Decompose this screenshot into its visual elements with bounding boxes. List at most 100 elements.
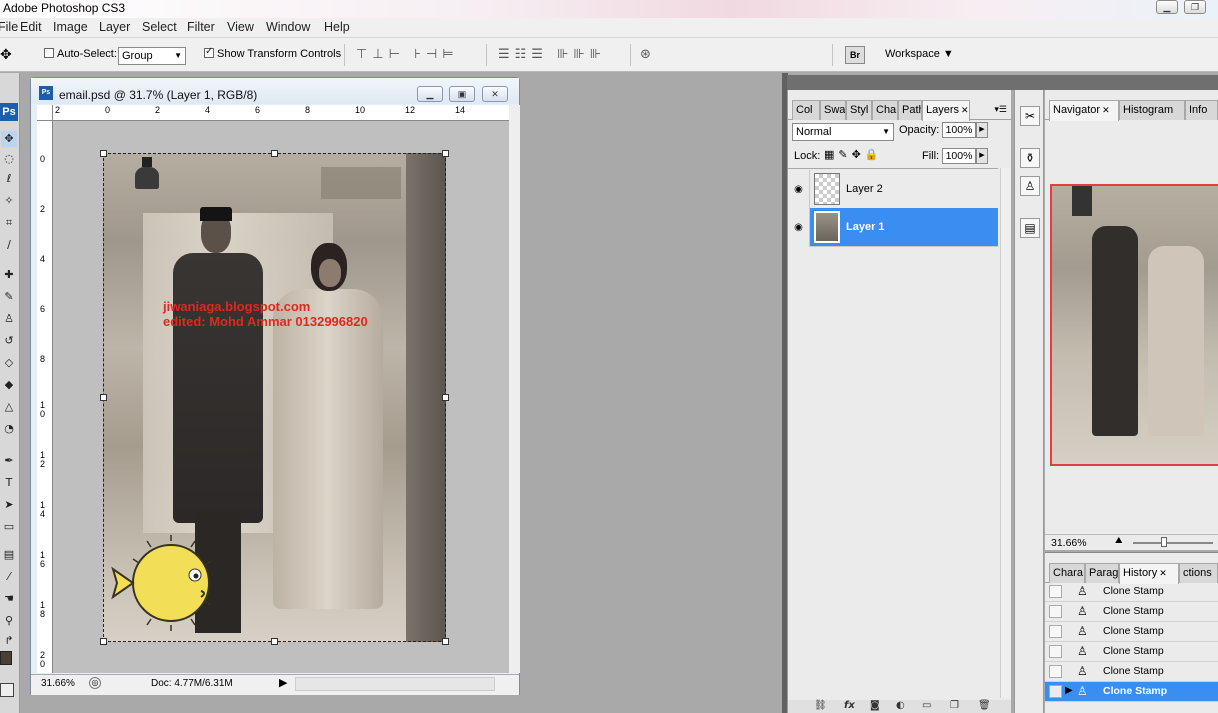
tab-color[interactable]: Col [792, 100, 820, 120]
tab-layers[interactable]: Layers ✕ [922, 100, 970, 121]
menu-image[interactable]: Image [53, 20, 88, 34]
transform-handle[interactable] [271, 638, 278, 645]
tab-paths[interactable]: Path [898, 100, 922, 120]
shape-tool-icon[interactable]: ▭ [1, 519, 17, 535]
fill-field[interactable]: 100% [942, 148, 976, 164]
history-item[interactable]: ♙ Clone Stamp [1045, 582, 1218, 602]
folder-icon[interactable]: ▭ [922, 700, 931, 711]
doc-maximize-button[interactable]: ▣ [449, 86, 475, 102]
tab-actions[interactable]: ctions [1179, 563, 1218, 583]
move-tool-icon[interactable]: ✥ [0, 47, 12, 63]
transform-bounding-box[interactable] [100, 150, 449, 645]
visibility-eye-icon[interactable]: ◉ [788, 170, 810, 209]
distribute-icons[interactable]: ☰☷☰ ⊪⊪⊪ [498, 47, 606, 62]
marquee-tool-icon[interactable]: ◌ [1, 151, 17, 167]
status-arrow-icon[interactable]: ▶ [279, 676, 287, 689]
layers-scrollbar[interactable] [1000, 168, 1010, 698]
transform-handle[interactable] [100, 150, 107, 157]
menu-help[interactable]: Help [324, 20, 350, 34]
zoom-slider-thumb[interactable] [1161, 537, 1167, 547]
history-snapshot-box[interactable] [1049, 605, 1062, 618]
clone-stamp-tool-icon[interactable]: ♙ [1, 311, 17, 327]
panel-menu-icon[interactable]: ▾☰ [994, 104, 1007, 115]
history-item[interactable]: ♙ Clone Stamp [1045, 602, 1218, 622]
transform-handle[interactable] [442, 150, 449, 157]
tab-character[interactable]: Chara [1049, 563, 1085, 583]
menu-select[interactable]: Select [142, 20, 177, 34]
horizontal-scrollbar[interactable] [295, 677, 495, 691]
zoom-tool-icon[interactable]: ⚲ [1, 613, 17, 629]
layer-row-layer-1[interactable]: ◉ Layer 1 [788, 208, 998, 247]
slice-tool-icon[interactable]: ∕ [1, 237, 17, 253]
lasso-tool-icon[interactable]: ℓ [1, 171, 17, 187]
history-brush-icon[interactable]: ↺ [1, 333, 17, 349]
new-layer-icon[interactable]: ❐ [950, 700, 959, 711]
tab-navigator[interactable]: Navigator ✕ [1049, 100, 1119, 121]
tab-histogram[interactable]: Histogram [1119, 100, 1185, 120]
dodge-tool-icon[interactable]: ◔ [1, 421, 17, 437]
transform-handle[interactable] [442, 638, 449, 645]
tab-styles[interactable]: Styl [846, 100, 872, 120]
tool-presets-icon[interactable]: ✂ [1020, 106, 1040, 126]
layer-name[interactable]: Layer 2 [846, 183, 883, 195]
horizontal-ruler[interactable]: 2 0 2 4 6 8 10 12 14 [53, 105, 509, 121]
history-snapshot-box[interactable] [1049, 625, 1062, 638]
tab-info[interactable]: Info [1185, 100, 1218, 120]
adjustment-icon[interactable]: ◐ [896, 700, 905, 711]
tab-history[interactable]: History ✕ [1119, 563, 1179, 584]
close-tab-icon[interactable]: ✕ [1102, 105, 1110, 115]
history-item[interactable]: ♙ Clone Stamp [1045, 642, 1218, 662]
zoom-slider[interactable] [1133, 542, 1213, 544]
auto-select-dropdown[interactable]: Group ▼ [118, 47, 186, 65]
restore-button[interactable]: ❐ [1184, 0, 1206, 14]
hand-tool-icon[interactable]: ☚ [1, 591, 17, 607]
close-tab-icon[interactable]: ✕ [961, 105, 969, 115]
transform-handle[interactable] [100, 394, 107, 401]
move-tool-icon[interactable]: ✥ [1, 131, 17, 147]
history-item[interactable]: ♙ Clone Stamp [1045, 622, 1218, 642]
fx-icon[interactable]: fx [844, 700, 855, 711]
brush-tool-icon[interactable]: ✎ [1, 289, 17, 305]
tab-paragraph[interactable]: Parag [1085, 563, 1119, 583]
brushes-icon[interactable]: ⚱ [1020, 148, 1040, 168]
menu-layer[interactable]: Layer [99, 20, 130, 34]
history-item-selected[interactable]: ▶ ♙ Clone Stamp [1045, 682, 1218, 702]
status-menu-icon[interactable]: ◎ [89, 677, 101, 689]
show-transform-checkbox[interactable]: Show Transform Controls [204, 46, 341, 60]
eraser-tool-icon[interactable]: ◇ [1, 355, 17, 371]
auto-align-icon[interactable]: ⊛ [640, 47, 656, 62]
opacity-field[interactable]: 100% [942, 122, 976, 138]
navigator-preview[interactable] [1050, 184, 1218, 466]
paint-bucket-icon[interactable]: ◆ [1, 377, 17, 393]
align-icons[interactable]: ⊤⊥⊢ ⊦⊣⊨ [356, 47, 459, 62]
eyedropper-tool-icon[interactable]: ⁄ [1, 569, 17, 585]
quick-mask-icon[interactable] [0, 683, 14, 697]
fill-slider-arrow-icon[interactable]: ▶ [976, 148, 988, 164]
transform-handle[interactable] [442, 394, 449, 401]
menu-file[interactable]: File [0, 20, 18, 34]
close-tab-icon[interactable]: ✕ [1159, 568, 1167, 578]
history-snapshot-box[interactable] [1049, 665, 1062, 678]
workspace-button[interactable]: Workspace ▼ [885, 48, 954, 60]
link-icon[interactable]: ⛓ [814, 700, 827, 711]
notes-tool-icon[interactable]: ▤ [1, 547, 17, 563]
crop-tool-icon[interactable]: ⌗ [1, 215, 17, 231]
transform-handle[interactable] [100, 638, 107, 645]
minimize-button[interactable]: ▁ [1156, 0, 1178, 14]
opacity-slider-arrow-icon[interactable]: ▶ [976, 122, 988, 138]
tab-channels[interactable]: Cha [872, 100, 898, 120]
zoom-out-icon[interactable]: ⛰ [1115, 535, 1123, 546]
auto-select-checkbox[interactable]: Auto-Select: [44, 48, 117, 60]
menu-edit[interactable]: Edit [20, 20, 42, 34]
history-snapshot-box[interactable] [1049, 585, 1062, 598]
foreground-color-swatch[interactable] [0, 651, 12, 665]
vertical-ruler[interactable]: 0 2 4 6 8 1 0 1 2 1 4 1 6 1 8 2 0 [37, 121, 53, 673]
pen-tool-icon[interactable]: ✒ [1, 453, 17, 469]
layer-comps-icon[interactable]: ▤ [1020, 218, 1040, 238]
ruler-origin[interactable] [37, 105, 53, 121]
menu-filter[interactable]: Filter [187, 20, 215, 34]
history-snapshot-box[interactable] [1049, 645, 1062, 658]
healing-brush-icon[interactable]: ✚ [1, 267, 17, 283]
type-tool-icon[interactable]: T [1, 475, 17, 491]
history-snapshot-box[interactable] [1049, 685, 1062, 698]
